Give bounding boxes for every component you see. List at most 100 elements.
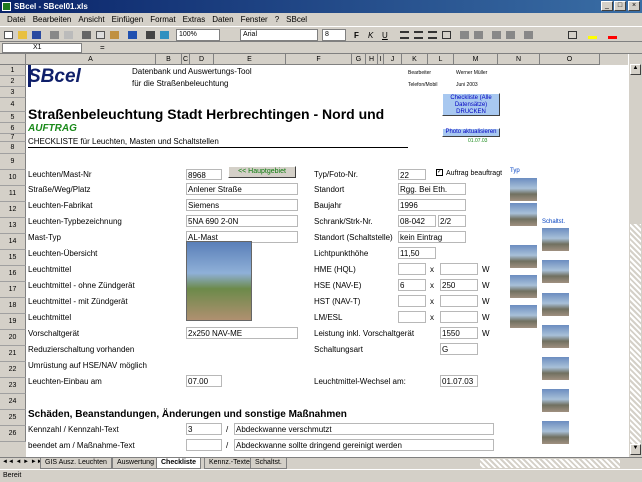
wechsel-field[interactable]: 01.07.03 [440, 375, 478, 387]
row25-num-field[interactable]: 3 [186, 423, 222, 435]
decimal-icon[interactable] [490, 29, 503, 41]
schrank-field[interactable]: 08-042 [398, 215, 436, 227]
row-header[interactable]: 26 [0, 426, 26, 442]
fill-color-icon[interactable] [586, 29, 599, 41]
close-button[interactable]: × [628, 1, 640, 11]
sum-icon[interactable] [144, 29, 157, 41]
hst-w-field[interactable] [440, 295, 478, 307]
underline-icon[interactable]: U [380, 29, 393, 41]
name-box[interactable]: X1 [2, 43, 82, 53]
schalt-thumbnail[interactable] [542, 228, 569, 251]
cut-icon[interactable] [80, 29, 93, 41]
schalt-thumbnail[interactable] [542, 421, 569, 444]
percent-icon[interactable] [472, 29, 485, 41]
schalt-thumbnail[interactable] [542, 260, 569, 283]
auftrag-checkbox[interactable]: ✓ [436, 169, 443, 176]
column-header[interactable]: E [214, 54, 286, 65]
type-field[interactable]: 5NA 690 2-0N [186, 215, 298, 227]
row-header[interactable]: 8 [0, 142, 26, 154]
row25-text-field[interactable]: Abdeckwanne verschmutzt [234, 423, 494, 435]
align-right-icon[interactable] [426, 29, 439, 41]
row-header[interactable]: 4 [0, 98, 26, 112]
row-header[interactable]: 25 [0, 410, 26, 426]
menu-item[interactable]: Daten [212, 15, 233, 24]
row-header[interactable]: 2 [0, 76, 26, 87]
print-icon[interactable] [48, 29, 61, 41]
row-header[interactable]: 14 [0, 234, 26, 250]
worksheet[interactable]: SBcel Datenbank und Auswertungs-Tool für… [26, 65, 628, 457]
indent-icon[interactable] [504, 29, 517, 41]
row-header[interactable]: 6 [0, 123, 26, 134]
row26-date-field[interactable] [186, 439, 222, 451]
vertical-scrollbar[interactable]: ▲ ▼ [628, 54, 642, 457]
lm-w-field[interactable] [440, 311, 478, 323]
column-header[interactable]: F [286, 54, 352, 65]
font-select[interactable]: Arial [240, 29, 318, 41]
row-header[interactable]: 1 [0, 65, 26, 76]
menu-item[interactable]: Datei [7, 15, 26, 24]
schalt-thumbnail[interactable] [542, 293, 569, 316]
row-header[interactable]: 11 [0, 186, 26, 202]
row-header[interactable]: 19 [0, 314, 26, 330]
hme-w-field[interactable] [440, 263, 478, 275]
scroll-down-icon[interactable]: ▼ [630, 444, 641, 455]
currency-icon[interactable] [458, 29, 471, 41]
schalt-thumbnail[interactable] [510, 245, 537, 268]
scroll-up-icon[interactable]: ▲ [630, 64, 641, 75]
align-left-icon[interactable] [398, 29, 411, 41]
tab-schaltst[interactable]: Schaltst. [250, 458, 287, 469]
bold-icon[interactable]: F [352, 29, 365, 41]
row-header[interactable]: 16 [0, 266, 26, 282]
row-header[interactable]: 9 [0, 154, 26, 170]
menu-item[interactable]: Format [150, 15, 175, 24]
menu-item[interactable]: SBcel [286, 15, 307, 24]
column-header[interactable]: K [402, 54, 428, 65]
merge-icon[interactable] [440, 29, 453, 41]
menu-item[interactable]: Ansicht [78, 15, 104, 24]
horizontal-scrollbar[interactable] [480, 459, 620, 468]
mast-nr-field[interactable]: 8968 [186, 169, 222, 180]
street-field[interactable]: Anlener Straße [186, 183, 298, 195]
tab-gis[interactable]: GIS Ausz. Leuchten [40, 458, 112, 469]
schalt-thumbnail[interactable] [542, 389, 569, 412]
hst-qty-field[interactable] [398, 295, 426, 307]
schalt-thumbnail[interactable] [542, 325, 569, 348]
column-header[interactable]: N [498, 54, 540, 65]
row-header[interactable]: 3 [0, 87, 26, 98]
equals-icon[interactable]: = [100, 43, 105, 52]
border-icon[interactable] [566, 29, 579, 41]
tab-checkliste[interactable]: Checkliste [156, 458, 202, 469]
standort-field[interactable]: Rgg. Bei Eth. [398, 183, 466, 195]
hme-qty-field[interactable] [398, 263, 426, 275]
column-header[interactable]: B [156, 54, 182, 65]
new-file-icon[interactable] [2, 29, 15, 41]
minimize-button[interactable]: _ [601, 1, 613, 11]
schrank-field-2[interactable]: 2/2 [438, 215, 466, 227]
column-header[interactable]: O [540, 54, 600, 65]
menu-item[interactable]: ? [275, 15, 279, 24]
tab-kennz[interactable]: Kennz.-Texte [204, 458, 255, 469]
row-header[interactable]: 20 [0, 330, 26, 346]
font-size-select[interactable]: 8 [322, 29, 346, 41]
standort2-field[interactable]: kein Eintrag [398, 231, 466, 243]
schalt-thumbnail[interactable] [510, 275, 537, 298]
leistung-field[interactable]: 1550 [440, 327, 478, 339]
maximize-button[interactable]: □ [614, 1, 626, 11]
chart-icon[interactable] [158, 29, 171, 41]
row-header[interactable]: 24 [0, 394, 26, 410]
lph-field[interactable]: 11,50 [398, 247, 436, 259]
schalt-thumbnail[interactable] [542, 357, 569, 380]
paste-icon[interactable] [108, 29, 121, 41]
menu-item[interactable]: Fenster [241, 15, 268, 24]
save-icon[interactable] [30, 29, 43, 41]
row-header[interactable]: 22 [0, 362, 26, 378]
maker-field[interactable]: Siemens [186, 199, 298, 211]
zoom-select[interactable]: 100% [176, 29, 220, 41]
italic-icon[interactable]: K [366, 29, 379, 41]
tab-auswertung[interactable]: Auswertung [112, 458, 159, 469]
preview-icon[interactable] [62, 29, 75, 41]
print-all-button[interactable]: Checkliste (Alle Datensätze) DRUCKEN [442, 93, 500, 116]
column-header[interactable]: J [384, 54, 402, 65]
open-icon[interactable] [16, 29, 29, 41]
row-header[interactable]: 5 [0, 112, 26, 123]
